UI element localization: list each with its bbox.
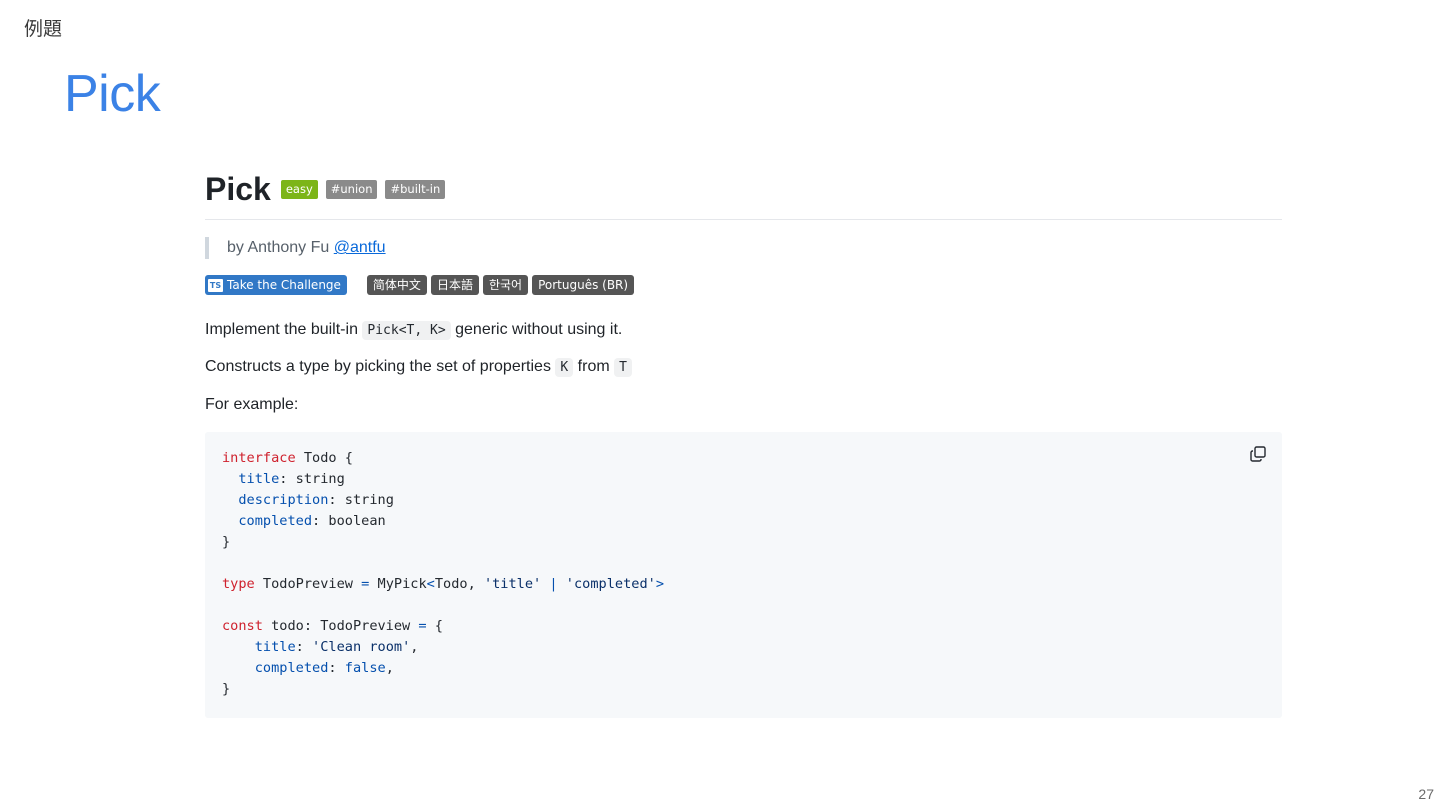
author-link[interactable]: @antfu [334, 239, 386, 256]
code-line: } [222, 679, 1265, 700]
code-line: const todo: TodoPreview = { [222, 616, 1265, 637]
code-token: | [549, 576, 558, 593]
code-token: { [426, 618, 443, 635]
take-challenge-badge[interactable]: TS Take the Challenge [205, 275, 347, 296]
code-line: type TodoPreview = MyPick<Todo, 'title' … [222, 574, 1265, 595]
author-byline: by Anthony Fu @antfu [205, 237, 1282, 260]
take-challenge-label: Take the Challenge [227, 278, 341, 293]
text-span: generic without using it. [450, 321, 623, 339]
inline-code: K [555, 358, 574, 378]
code-token: , [385, 660, 394, 677]
code-token: : [328, 660, 345, 677]
code-token: 'completed' [565, 576, 656, 593]
badge-row: TS Take the Challenge 简体中文 日本語 한국어 Portu… [205, 275, 1282, 296]
description-paragraph: Implement the built-in Pick<T, K> generi… [205, 321, 1282, 341]
challenge-heading: Pick [205, 171, 271, 207]
code-token: title [254, 639, 296, 656]
slide-title: Pick [64, 65, 161, 123]
tag-built-in[interactable]: #built-in [385, 180, 446, 200]
construct-paragraph: Constructs a type by picking the set of … [205, 358, 1282, 378]
code-token: type [222, 576, 255, 593]
code-token: : boolean [312, 513, 386, 530]
code-token: } [222, 534, 231, 551]
code-block: interface Todo { title: string descripti… [205, 432, 1282, 719]
code-line: } [222, 532, 1265, 553]
code-token: completed [238, 513, 313, 530]
code-token: const [222, 618, 263, 635]
code-token: completed [254, 660, 329, 677]
code-token: 'title' [483, 576, 542, 593]
code-line: completed: boolean [222, 511, 1265, 532]
code-line: description: string [222, 490, 1265, 511]
example-label: For example: [205, 396, 299, 414]
byline-text: by Anthony Fu [227, 239, 330, 257]
challenge-card: Pick easy #union #built-in by Anthony Fu… [205, 171, 1282, 719]
code-token: description [238, 492, 329, 509]
code-lines: interface Todo { title: string descripti… [222, 448, 1265, 700]
code-token: interface [222, 450, 296, 467]
code-token: } [222, 681, 231, 698]
code-line: title: 'Clean room', [222, 637, 1265, 658]
code-token: todo: TodoPreview [262, 618, 419, 635]
lang-badge-zh[interactable]: 简体中文 [366, 275, 427, 296]
code-line: interface Todo { [222, 448, 1265, 469]
difficulty-tag[interactable]: easy [280, 180, 318, 200]
code-token: > [655, 576, 665, 593]
code-token: 'Clean room' [312, 639, 411, 656]
lang-badge-ko[interactable]: 한국어 [482, 275, 529, 296]
page-number: 27 [1418, 786, 1434, 802]
code-line: title: string [222, 469, 1265, 490]
text-span: from [573, 358, 615, 376]
lang-badge-ja[interactable]: 日本語 [430, 275, 479, 296]
code-token: , [410, 639, 419, 656]
tag-union[interactable]: #union [325, 180, 378, 200]
lang-badge-pt-br[interactable]: Português (BR) [532, 275, 635, 296]
inline-code: T [614, 358, 632, 378]
code-token: Todo { [295, 450, 353, 467]
code-token: false [344, 660, 386, 677]
code-token: : [295, 639, 313, 656]
text-span: Constructs a type by picking the set of … [205, 358, 556, 376]
copy-icon[interactable] [1248, 444, 1268, 464]
code-token: TodoPreview [254, 576, 362, 593]
code-token: Todo, [434, 576, 484, 593]
challenge-heading-row: Pick easy #union #built-in [205, 171, 1282, 221]
code-line: completed: false, [222, 658, 1265, 679]
section-label: 例題 [24, 18, 63, 40]
code-token: : string [328, 492, 394, 509]
code-token: < [426, 576, 435, 593]
code-token: : string [279, 471, 345, 488]
typescript-icon: TS [208, 278, 223, 292]
code-token: title [238, 471, 280, 488]
code-token: = [418, 618, 427, 635]
code-token: MyPick [369, 576, 427, 593]
text-span: Implement the built-in [205, 321, 363, 339]
inline-code: Pick<T, K> [362, 321, 451, 341]
